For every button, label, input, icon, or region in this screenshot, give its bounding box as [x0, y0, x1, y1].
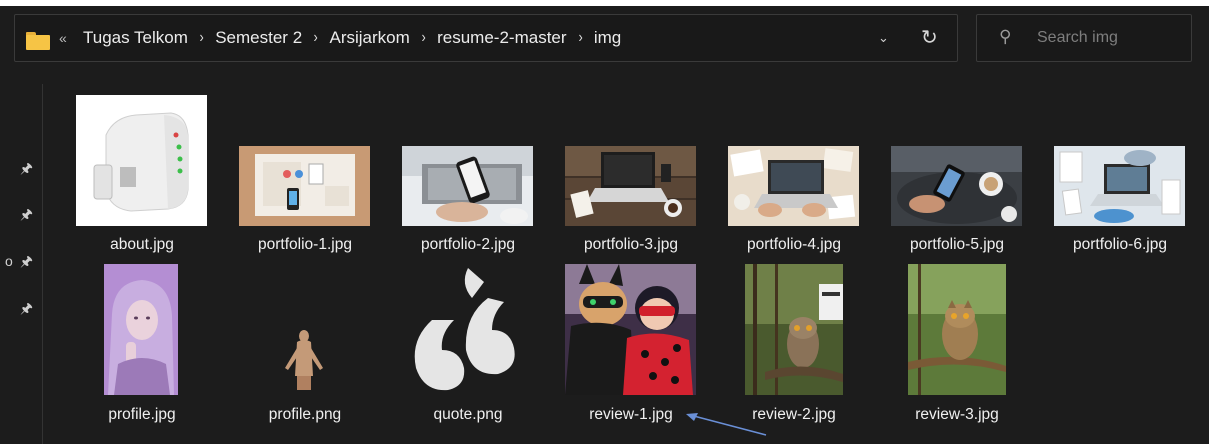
file-name[interactable]: quote.png	[393, 406, 543, 424]
file-item[interactable]: profile.jpg	[67, 260, 217, 430]
file-name[interactable]: portfolio-3.jpg	[556, 236, 706, 254]
breadcrumb-separator-icon[interactable]: ›	[572, 29, 587, 47]
breadcrumb: Tugas Telkom › Semester 2 › Arsijarkom ›…	[79, 28, 625, 48]
pin-icon[interactable]: 🖈	[20, 204, 33, 228]
file-item[interactable]: portfolio-2.jpg	[393, 90, 543, 260]
file-item[interactable]: quote.png	[393, 260, 543, 430]
file-item[interactable]: portfolio-5.jpg	[882, 90, 1032, 260]
file-thumbnail	[745, 264, 843, 395]
file-explorer-window: « Tugas Telkom › Semester 2 › Arsijarkom…	[0, 6, 1209, 444]
breadcrumb-item-resume-2-master[interactable]: resume-2-master	[433, 28, 570, 48]
pin-icon[interactable]: 🖈	[20, 158, 33, 182]
file-thumbnail	[402, 264, 533, 395]
refresh-icon[interactable]: ↻	[921, 25, 938, 50]
chevron-down-icon[interactable]: ⌄	[878, 30, 889, 46]
breadcrumb-separator-icon[interactable]: ›	[194, 29, 209, 47]
folder-icon	[26, 32, 50, 50]
breadcrumb-overflow-icon[interactable]: «	[59, 30, 67, 46]
file-thumbnail	[402, 146, 533, 226]
file-name[interactable]: profile.jpg	[67, 406, 217, 424]
file-name[interactable]: about.jpg	[67, 236, 217, 254]
file-thumbnail	[908, 264, 1006, 395]
file-name[interactable]: portfolio-5.jpg	[882, 236, 1032, 254]
nav-divider	[42, 84, 43, 444]
file-name[interactable]: portfolio-6.jpg	[1045, 236, 1195, 254]
file-name[interactable]: profile.png	[230, 406, 380, 424]
file-thumbnail	[728, 146, 859, 226]
pin-icon[interactable]: 🖈	[20, 298, 33, 322]
file-item[interactable]: about.jpg	[67, 90, 217, 260]
breadcrumb-item-img[interactable]: img	[590, 28, 625, 48]
breadcrumb-item-tugas-telkom[interactable]: Tugas Telkom	[79, 28, 192, 48]
file-item[interactable]: portfolio-1.jpg	[230, 90, 380, 260]
file-thumbnail	[565, 264, 696, 395]
file-thumbnail	[76, 95, 207, 226]
pin-icon[interactable]: 🖈	[20, 251, 33, 275]
file-name[interactable]: portfolio-1.jpg	[230, 236, 380, 254]
file-item[interactable]: review-3.jpg	[882, 260, 1032, 430]
file-thumbnail	[1054, 146, 1185, 226]
address-bar[interactable]: « Tugas Telkom › Semester 2 › Arsijarkom…	[14, 14, 958, 62]
file-name[interactable]: review-3.jpg	[882, 406, 1032, 424]
file-name[interactable]: portfolio-4.jpg	[719, 236, 869, 254]
annotation-arrow-icon	[686, 413, 767, 436]
search-box[interactable]: ⚲ Search img	[976, 14, 1192, 62]
search-input[interactable]: Search img	[1037, 29, 1118, 47]
nav-item-label[interactable]: o	[5, 253, 13, 269]
breadcrumb-separator-icon[interactable]: ›	[308, 29, 323, 47]
file-item[interactable]: portfolio-3.jpg	[556, 90, 706, 260]
breadcrumb-item-semester-2[interactable]: Semester 2	[211, 28, 306, 48]
file-thumbnail	[565, 146, 696, 226]
file-item[interactable]: portfolio-4.jpg	[719, 90, 869, 260]
breadcrumb-item-arsijarkom[interactable]: Arsijarkom	[325, 28, 413, 48]
file-item[interactable]: portfolio-6.jpg	[1045, 90, 1195, 260]
file-item[interactable]: profile.png	[230, 260, 380, 430]
file-thumbnail	[891, 146, 1022, 226]
file-thumbnail	[104, 264, 178, 395]
file-thumbnail	[239, 146, 370, 226]
file-name[interactable]: portfolio-2.jpg	[393, 236, 543, 254]
search-icon: ⚲	[999, 27, 1012, 46]
breadcrumb-separator-icon[interactable]: ›	[416, 29, 431, 47]
file-thumbnail	[267, 264, 341, 395]
